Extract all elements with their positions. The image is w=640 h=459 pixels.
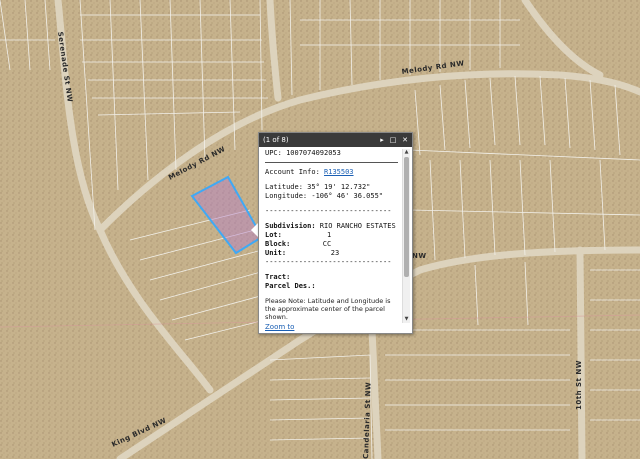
- maximize-icon[interactable]: □: [389, 136, 397, 144]
- scroll-down-icon[interactable]: ▼: [403, 316, 410, 323]
- latitude-row: Latitude: 35° 19' 12.732": [265, 183, 398, 192]
- coordinates-note: Please Note: Latitude and Longitude is t…: [265, 297, 391, 321]
- road-label-right-road: NW: [412, 252, 427, 260]
- longitude-row: Longitude: -106° 46' 36.055": [265, 192, 398, 201]
- account-label: Account Info:: [265, 168, 320, 176]
- lot-label: Lot:: [265, 231, 282, 239]
- account-link[interactable]: R135503: [324, 168, 354, 176]
- subdivision-value: RIO RANCHO ESTATES: [319, 222, 396, 230]
- divider: [265, 162, 398, 163]
- lot-value: 1: [327, 231, 332, 239]
- latitude-label: Latitude:: [265, 183, 303, 191]
- latitude-value: 35° 19' 12.732": [307, 183, 371, 191]
- longitude-value: -106° 46' 36.055": [311, 192, 384, 200]
- block-label: Block:: [265, 240, 291, 248]
- parcel-des-label: Parcel Des.:: [265, 282, 316, 290]
- account-row: Account Info: R135503: [265, 168, 398, 177]
- block-row: Block: CC: [265, 240, 398, 249]
- parcel-info-popup: (1 of 8) ▸ □ ✕ UPC: 1007074092053 Accoun…: [258, 132, 413, 334]
- upc-label: UPC:: [265, 149, 282, 157]
- subdivision-label: Subdivision:: [265, 222, 316, 230]
- close-icon[interactable]: ✕: [401, 136, 409, 144]
- next-feature-icon[interactable]: ▸: [378, 136, 386, 144]
- popup-content: UPC: 1007074092053 Account Info: R135503…: [265, 149, 398, 321]
- block-value: CC: [322, 240, 332, 248]
- road-label-tenth-st: 10th St NW: [575, 360, 583, 410]
- unit-row: Unit: 23: [265, 249, 398, 258]
- tract-label: Tract:: [265, 273, 291, 281]
- tenth-st-road: [576, 246, 586, 459]
- upc-row: UPC: 1007074092053: [265, 149, 398, 158]
- scroll-up-icon[interactable]: ▲: [403, 149, 410, 156]
- dash-separator: ------------------------------: [265, 207, 392, 215]
- upc-value: 1007074092053: [286, 149, 341, 157]
- dash-separator-2: ------------------------------: [265, 258, 392, 266]
- popup-title: (1 of 8): [263, 136, 289, 144]
- lot-row: Lot: 1: [265, 231, 398, 240]
- popup-title-bar: (1 of 8) ▸ □ ✕: [259, 133, 412, 147]
- popup-scrollbar[interactable]: ▲ ▼: [402, 149, 410, 323]
- parcel-des-row: Parcel Des.:: [265, 282, 398, 291]
- subdivision-row: Subdivision: RIO RANCHO ESTATES: [265, 222, 398, 231]
- zoom-to-link[interactable]: Zoom to: [265, 323, 294, 331]
- scroll-thumb[interactable]: [404, 157, 409, 277]
- longitude-label: Longitude:: [265, 192, 308, 200]
- unit-value: 23: [330, 249, 340, 257]
- tract-row: Tract:: [265, 273, 398, 282]
- unit-label: Unit:: [265, 249, 287, 257]
